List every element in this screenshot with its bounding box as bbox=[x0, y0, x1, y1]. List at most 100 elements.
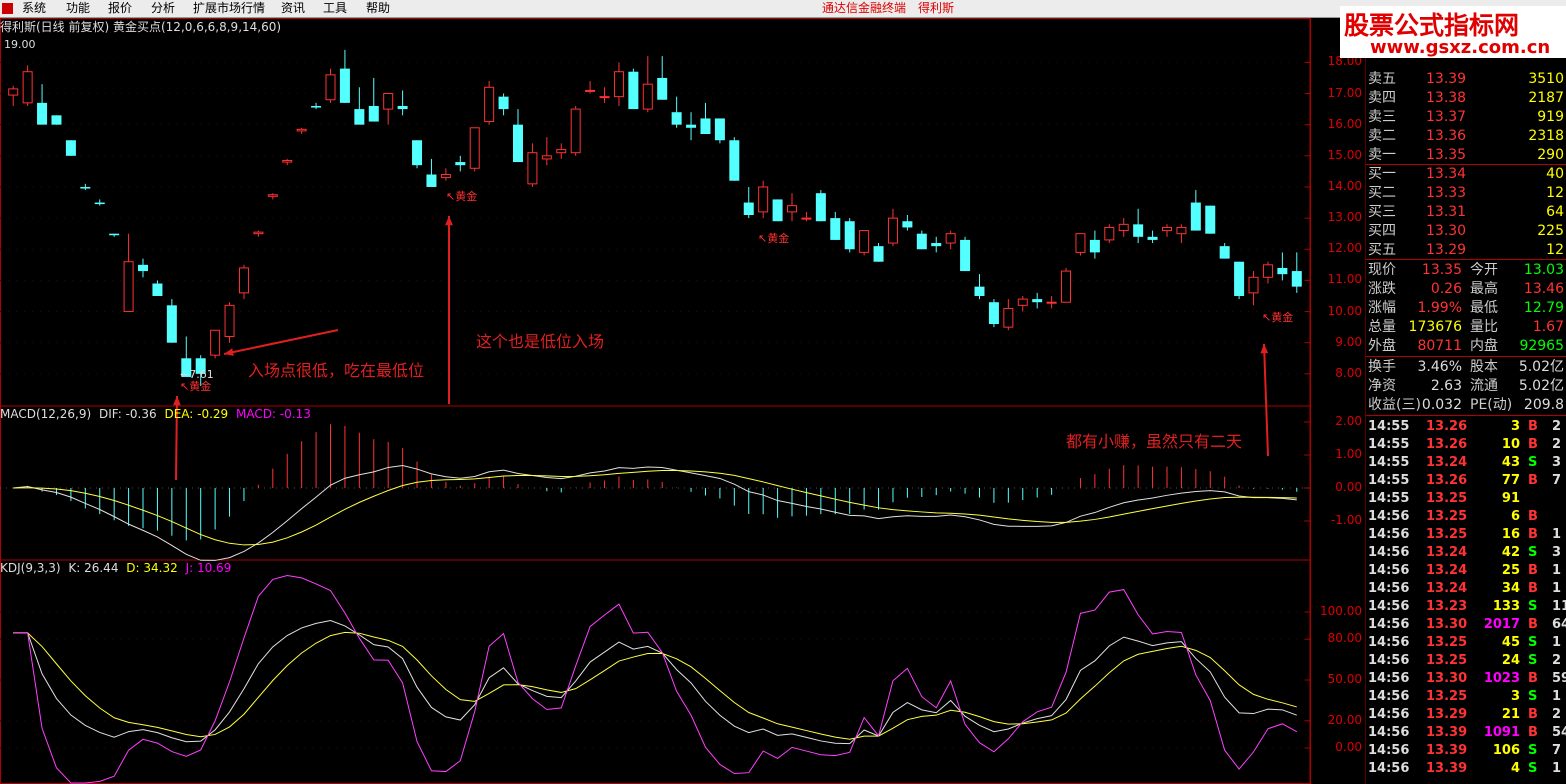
candle bbox=[1161, 224, 1172, 237]
candle bbox=[1291, 252, 1302, 293]
stat-row: 收益(三) 0.032 PE(动) 209.8 bbox=[1366, 396, 1566, 415]
candle bbox=[1234, 261, 1245, 300]
candle bbox=[729, 137, 740, 181]
candle bbox=[657, 56, 668, 100]
quote-price: 13.38 bbox=[1426, 90, 1467, 106]
candle bbox=[37, 84, 48, 125]
menu-item-system[interactable]: 系统 bbox=[22, 1, 46, 16]
candle bbox=[628, 68, 639, 110]
tick-volume: 21 bbox=[1501, 707, 1520, 722]
menu-item-analysis[interactable]: 分析 bbox=[151, 1, 175, 16]
tick-price: 13.24 bbox=[1426, 455, 1468, 470]
macd-axis-label: 2.00 bbox=[1335, 414, 1362, 428]
menu-item-tools[interactable]: 工具 bbox=[323, 1, 347, 16]
tick-price: 13.25 bbox=[1426, 635, 1468, 650]
price-axis-label: 12.00 bbox=[1327, 241, 1362, 256]
candle bbox=[902, 215, 913, 231]
candle bbox=[1133, 208, 1144, 244]
tick-volume: 3 bbox=[1510, 689, 1520, 704]
candle bbox=[138, 258, 149, 278]
candle bbox=[282, 158, 293, 166]
quote-price: 13.33 bbox=[1426, 185, 1467, 201]
candle bbox=[1017, 295, 1028, 312]
tick-price: 13.25 bbox=[1426, 527, 1468, 542]
menu-item-function[interactable]: 功能 bbox=[66, 1, 90, 16]
candle bbox=[916, 230, 927, 250]
quote-volume: 225 bbox=[1537, 223, 1564, 239]
price-axis-label: 11.00 bbox=[1327, 272, 1362, 287]
candle bbox=[945, 230, 956, 250]
tick-row: 14:55 13.24 43 S 3 bbox=[1366, 454, 1566, 472]
kdj-axis-label: 20.00 bbox=[1327, 712, 1362, 727]
tick-time: 14:56 bbox=[1368, 527, 1410, 542]
macd-axis-label: 0.00 bbox=[1335, 480, 1362, 494]
candle bbox=[585, 81, 596, 94]
stat-label: 现价 bbox=[1368, 262, 1396, 278]
stat-row: 总量 173676 量比 1.67 bbox=[1366, 318, 1566, 337]
candle bbox=[1190, 190, 1201, 231]
stat-value: 13.03 bbox=[1523, 262, 1564, 278]
candle bbox=[1277, 252, 1288, 281]
tick-row: 14:56 13.39 1091 B 54 bbox=[1366, 724, 1566, 742]
candle bbox=[1046, 295, 1057, 309]
tick-price: 13.25 bbox=[1426, 689, 1468, 704]
menu-item-news[interactable]: 资讯 bbox=[281, 1, 305, 16]
tick-row: 14:55 13.25 91 bbox=[1366, 490, 1566, 508]
menu-item-extended-market[interactable]: 扩展市场行情 bbox=[193, 1, 265, 16]
candle bbox=[51, 115, 62, 125]
tick-volume: 43 bbox=[1501, 455, 1520, 470]
tick-time: 14:56 bbox=[1368, 653, 1410, 668]
quote-label: 卖三 bbox=[1368, 109, 1396, 125]
candle bbox=[887, 208, 898, 247]
candle bbox=[325, 68, 336, 103]
candle bbox=[166, 299, 177, 343]
menu-item-quote[interactable]: 报价 bbox=[108, 1, 132, 16]
stat-value: 0.26 bbox=[1430, 281, 1462, 297]
tick-count: 1 bbox=[1552, 581, 1562, 596]
tick-side: S bbox=[1528, 761, 1538, 776]
arrow-head bbox=[1260, 344, 1269, 354]
tick-time: 14:56 bbox=[1368, 617, 1410, 632]
stat-row: 涨幅 1.99% 最低 12.79 bbox=[1366, 299, 1566, 318]
candle bbox=[686, 112, 697, 141]
stat-value: 92965 bbox=[1519, 338, 1564, 354]
quote-price: 13.30 bbox=[1426, 223, 1467, 239]
quote-volume: 2187 bbox=[1528, 90, 1564, 106]
stock-name: 得利斯 bbox=[918, 1, 955, 15]
tick-side: S bbox=[1528, 653, 1538, 668]
chart-area[interactable] bbox=[0, 18, 1366, 784]
app-logo-icon bbox=[2, 3, 13, 14]
candle bbox=[8, 85, 19, 106]
watermark-banner: 股票公式指标网 www.gsxz.com.cn bbox=[1340, 6, 1566, 58]
quote-price: 13.36 bbox=[1426, 128, 1467, 144]
stat-value: 5.02亿 bbox=[1518, 359, 1564, 375]
tick-time: 14:56 bbox=[1368, 707, 1410, 722]
tick-volume: 4 bbox=[1510, 761, 1520, 776]
kdj-axis-label: 100.00 bbox=[1320, 604, 1362, 618]
tick-row: 14:56 13.39 4 S 1 bbox=[1366, 760, 1566, 778]
quote-label: 买三 bbox=[1368, 204, 1396, 220]
candle bbox=[815, 190, 826, 222]
tick-time: 14:56 bbox=[1368, 689, 1410, 704]
stat-value: 13.35 bbox=[1421, 262, 1462, 278]
macd-lines bbox=[13, 465, 1297, 561]
quote-volume: 40 bbox=[1546, 166, 1564, 182]
quote-volume: 64 bbox=[1546, 204, 1564, 220]
candle bbox=[758, 180, 769, 219]
candle bbox=[238, 264, 249, 300]
tick-volume: 10 bbox=[1501, 437, 1520, 452]
tick-price: 13.25 bbox=[1426, 491, 1468, 506]
menu-item-help[interactable]: 帮助 bbox=[366, 1, 390, 16]
stat-label: PE(动) bbox=[1470, 397, 1513, 413]
tick-count: 1 bbox=[1552, 563, 1562, 578]
tick-price: 13.26 bbox=[1426, 419, 1468, 434]
tick-row: 14:56 13.29 21 B 2 bbox=[1366, 706, 1566, 724]
tick-side: B bbox=[1528, 527, 1538, 542]
stat-label: 涨幅 bbox=[1368, 300, 1396, 316]
tick-volume: 25 bbox=[1501, 563, 1520, 578]
stat-label: 内盘 bbox=[1470, 338, 1498, 354]
stat-label: 今开 bbox=[1470, 262, 1498, 278]
tick-count: 1 bbox=[1552, 527, 1562, 542]
candle bbox=[210, 329, 221, 359]
tick-count: 2 bbox=[1552, 653, 1562, 668]
